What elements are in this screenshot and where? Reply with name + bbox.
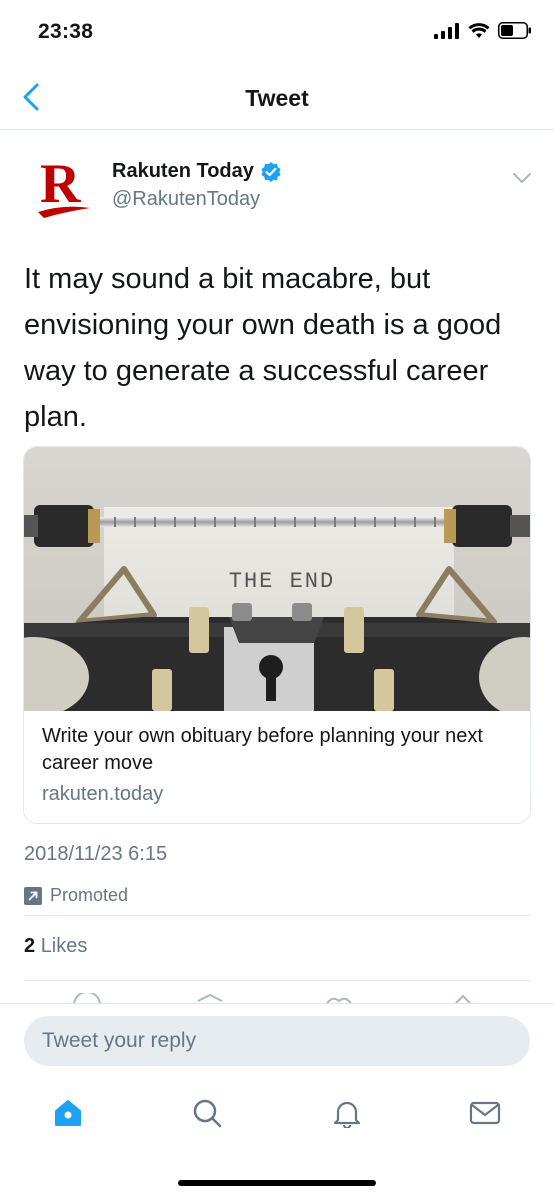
svg-text:R: R [40, 153, 81, 215]
search-icon [193, 1099, 222, 1128]
author-handle[interactable]: @RakutenToday [112, 188, 260, 211]
wifi-icon [468, 22, 490, 38]
status-icons [434, 22, 532, 39]
battery-icon [498, 22, 531, 39]
home-icon [55, 1100, 81, 1126]
tab-notifications[interactable] [330, 1096, 364, 1130]
tab-home[interactable] [51, 1096, 85, 1130]
tweet-header: R Rakuten Today @RakutenToday [0, 130, 554, 240]
svg-text:THE END: THE END [229, 569, 335, 594]
typewriter-image: THE END [24, 447, 530, 711]
divider [24, 980, 530, 981]
card-title: Write your own obituary before planning … [42, 725, 483, 774]
tab-bar [0, 1080, 554, 1150]
author-name-text: Rakuten Today [112, 160, 254, 182]
author-name[interactable]: Rakuten Today [112, 160, 282, 183]
status-bar: 23:38 [0, 0, 554, 66]
rakuten-logo-icon: R [38, 153, 90, 218]
likes-label: Likes [40, 935, 88, 957]
status-time: 23:38 [38, 20, 94, 43]
signal-icon [434, 22, 459, 39]
home-indicator [178, 1180, 376, 1186]
tweet-text: It may sound a bit macabre, but envision… [24, 263, 502, 433]
tab-messages[interactable] [468, 1096, 502, 1130]
avatar[interactable]: R [34, 152, 94, 222]
promoted-arrow-icon [24, 886, 42, 905]
verified-badge-icon [261, 161, 281, 182]
chevron-down-icon [513, 173, 531, 183]
likes-number: 2 [24, 935, 36, 957]
tweet-timestamp: 2018/11/23 6:15 [24, 843, 168, 865]
likes-count[interactable]: 2 Likes [24, 935, 87, 958]
tab-search[interactable] [190, 1096, 224, 1130]
nav-bar: Tweet [0, 66, 554, 130]
promoted-label[interactable]: Promoted [24, 885, 128, 906]
card-domain: rakuten.today [42, 783, 164, 805]
link-card[interactable]: THE END Write your own obituary before p… [23, 446, 531, 824]
promoted-text: Promoted [50, 885, 129, 905]
reply-bar [0, 1003, 554, 1079]
envelope-icon [469, 1101, 501, 1125]
tweet-options-button[interactable] [510, 166, 534, 190]
page-title: Tweet [245, 85, 309, 111]
reply-input[interactable] [24, 1016, 530, 1066]
bell-icon [333, 1101, 361, 1128]
divider [24, 915, 530, 916]
